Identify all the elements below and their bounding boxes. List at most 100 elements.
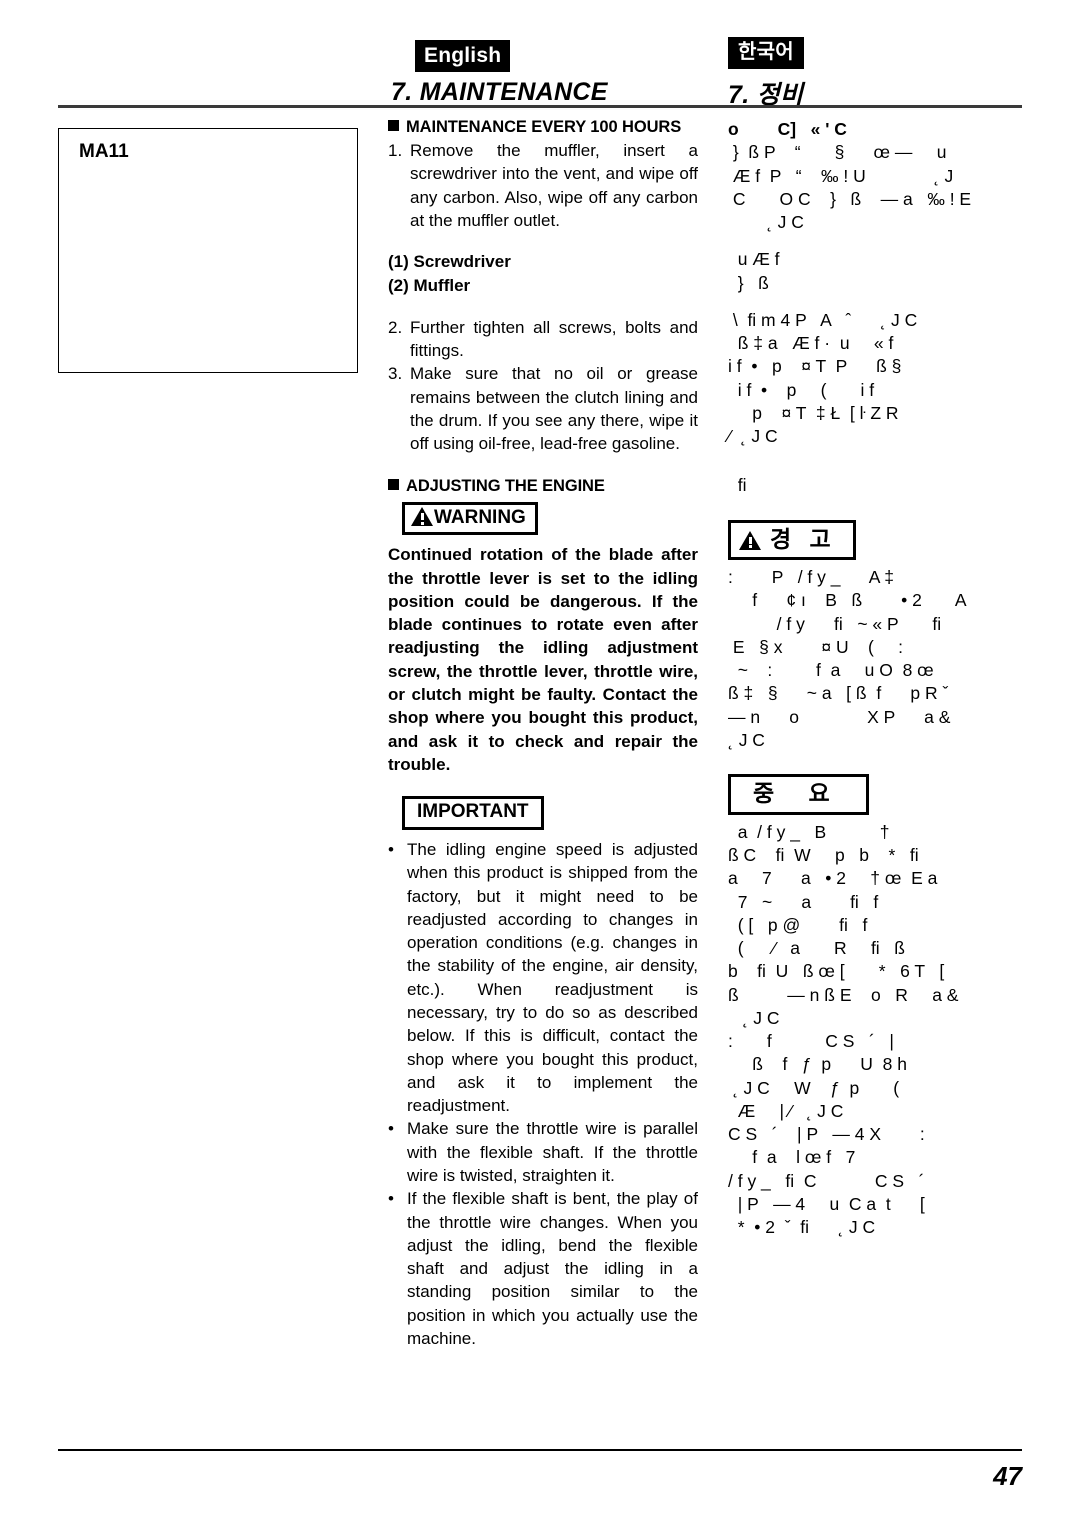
bullet-dot-icon: • bbox=[388, 840, 394, 859]
korean-text-line: ß C fi W p b * fi bbox=[728, 844, 919, 865]
korean-section-2-tail: fi bbox=[728, 475, 747, 496]
korean-text-line: \ fi m 4 P A ˆ ˛ J C bbox=[728, 309, 918, 330]
korean-text-line: / f y fi ~ « P fi bbox=[728, 613, 942, 634]
korean-text-line: ( [ p @ fi f bbox=[728, 914, 868, 935]
header-english: English 7. MAINTENANCE bbox=[388, 40, 718, 107]
chapter-title-english: 7. MAINTENANCE bbox=[391, 78, 608, 106]
korean-text-line: : P / f y _ A ‡ bbox=[728, 567, 895, 588]
important-bullet-text: The idling engine speed is adjusted when… bbox=[407, 840, 698, 1116]
warning-badge-english: WARNING bbox=[402, 502, 538, 536]
korean-text-line: p ¤ T ‡ Ł [ ŀ Z R bbox=[728, 402, 899, 423]
korean-section-2: \ fi m 4 P A ˆ ˛ J C ß ‡ a Æ f · u « f i… bbox=[728, 309, 1048, 449]
important-bullet: • Make sure the throttle wire is paralle… bbox=[388, 1117, 698, 1187]
warning-triangle-icon bbox=[411, 507, 433, 527]
korean-text-line: | P — 4 u C a t [ bbox=[728, 1193, 925, 1214]
korean-text-line: Æ f P “ ‰ ! U ˛ J bbox=[728, 165, 954, 186]
korean-text-line: ß — n ß E o R a & bbox=[728, 984, 959, 1005]
step-number: 2. bbox=[388, 317, 403, 337]
numbered-step: 2. Further tighten all screws, bolts and… bbox=[388, 316, 698, 363]
important-badge-label-korean: 중 요 bbox=[753, 780, 844, 807]
header-divider-rule bbox=[58, 105, 1022, 108]
bullet-dot-icon: • bbox=[388, 1189, 394, 1209]
korean-callout-list: u Æ f } ß bbox=[728, 248, 1048, 295]
korean-text-line: C O C } ß — a ‰ ! E bbox=[728, 188, 972, 209]
korean-section-1: o C] « ' C } ß P “ § œ — u Æ f P “ ‰ ! U… bbox=[728, 118, 1048, 234]
header-korean: 한국어 7. 정비 bbox=[728, 37, 1058, 111]
korean-text-line: a / f y _ B † bbox=[728, 821, 890, 842]
important-badge-label: IMPORTANT bbox=[417, 801, 529, 823]
korean-text-line: ß ‡ a Æ f · u « f bbox=[728, 333, 894, 354]
important-bullet: • The idling engine speed is adjusted wh… bbox=[388, 838, 698, 1117]
korean-text-line: ˛ J C bbox=[728, 1007, 780, 1028]
korean-callout-line: } ß bbox=[728, 272, 769, 293]
black-square-bullet-icon bbox=[388, 479, 399, 491]
korean-text-line: o C] « ' C bbox=[728, 119, 847, 139]
korean-warning-body: : P / f y _ A ‡ f ¢ ı B ß • 2 A / f y fi… bbox=[728, 566, 1048, 752]
column-figure: MA11 bbox=[58, 128, 364, 373]
korean-text-line: ( ⁄ a R fi ß bbox=[728, 938, 905, 959]
step-number: 1. bbox=[388, 141, 403, 160]
korean-text-line: ß ‡ § ~ a [ ß f p R ˇ bbox=[728, 683, 949, 704]
korean-text-line: ⁄ ˛ J C bbox=[728, 426, 778, 447]
language-tag-english: English bbox=[415, 40, 511, 72]
bullet-dot-icon: • bbox=[388, 1119, 394, 1139]
korean-text-line: f ¢ ı B ß • 2 A bbox=[728, 590, 967, 611]
korean-text-line: } ß P “ § œ — u bbox=[728, 142, 947, 163]
korean-text-line: C S ´ | P — 4 X : bbox=[728, 1124, 925, 1145]
step-text: Remove the muffler, insert a screwdriver… bbox=[410, 141, 698, 230]
callout-item: (1) Screwdriver bbox=[388, 252, 511, 272]
warning-badge-korean: 경 고 bbox=[728, 519, 856, 561]
korean-text-line: i f • p ¤ T P ß § bbox=[728, 356, 902, 377]
korean-callout-line: u Æ f bbox=[728, 249, 780, 270]
important-bullet: • If the flexible shaft is bent, the pla… bbox=[388, 1187, 698, 1350]
page-number: 47 bbox=[993, 1461, 1022, 1491]
korean-text-line: ˛ J C bbox=[728, 212, 804, 233]
column-english-text: MAINTENANCE EVERY 100 HOURS 1. Remove th… bbox=[388, 118, 698, 1350]
document-page: English 7. MAINTENANCE 한국어 7. 정비 MA11 MA… bbox=[0, 0, 1080, 1526]
warning-badge-label-korean: 경 고 bbox=[770, 525, 837, 552]
korean-text-line: a 7 a • 2 † œ E a bbox=[728, 868, 938, 889]
step-text: Further tighten all screws, bolts and fi… bbox=[410, 317, 698, 360]
numbered-step: 1. Remove the muffler, insert a screwdri… bbox=[388, 139, 698, 232]
numbered-step: 3. Make sure that no oil or grease remai… bbox=[388, 362, 698, 455]
section-heading-label: ADJUSTING THE ENGINE bbox=[406, 477, 605, 496]
korean-text-line: : f C S ´ | bbox=[728, 1031, 894, 1052]
korean-text-line: — n o X P a & bbox=[728, 706, 951, 727]
warning-triangle-icon bbox=[739, 530, 761, 550]
section-heading-label: MAINTENANCE EVERY 100 HOURS bbox=[406, 118, 682, 136]
korean-text-line: f a l œ f 7 bbox=[728, 1147, 856, 1168]
important-bullet-text: Make sure the throttle wire is parallel … bbox=[407, 1119, 698, 1185]
korean-text-line: i f • p ( i f bbox=[728, 379, 875, 400]
korean-text-line: / f y _ fi C C S ´ bbox=[728, 1170, 925, 1191]
korean-text-line: * • 2 ˇ fi ˛ J C bbox=[728, 1217, 876, 1238]
step-number: 3. bbox=[388, 364, 403, 384]
korean-important-body: a / f y _ B † ß C fi W p b * fi a 7 a • … bbox=[728, 821, 1048, 1240]
korean-text-line: b fi U ß œ [ * 6 T [ bbox=[728, 961, 945, 982]
figure-label: MA11 bbox=[79, 141, 129, 162]
important-bullet-text: If the flexible shaft is bent, the play … bbox=[407, 1189, 698, 1348]
korean-text-line: ˛ J C bbox=[728, 730, 765, 751]
important-badge-korean: 중 요 bbox=[728, 774, 869, 815]
section-heading-adjusting-the-engine: ADJUSTING THE ENGINE bbox=[388, 477, 698, 496]
korean-text-line: E § x ¤ U ( : bbox=[728, 636, 904, 657]
callout-item: (2) Muffler bbox=[388, 275, 471, 295]
footer-divider-rule bbox=[58, 1449, 1022, 1451]
korean-text-line: Æ | ⁄ ˛ J C bbox=[728, 1100, 844, 1121]
korean-text-line: ˛ J C W ƒ p ( bbox=[728, 1077, 900, 1098]
column-korean-text: o C] « ' C } ß P “ § œ — u Æ f P “ ‰ ! U… bbox=[728, 118, 1048, 1240]
section-heading-maintenance-100-hours: MAINTENANCE EVERY 100 HOURS bbox=[388, 118, 698, 137]
korean-text-line: 7 ~ a fi f bbox=[728, 891, 879, 912]
step-text: Make sure that no oil or grease remains … bbox=[410, 364, 698, 454]
language-tag-korean: 한국어 bbox=[728, 37, 804, 69]
black-square-bullet-icon bbox=[388, 120, 399, 131]
important-badge-english: IMPORTANT bbox=[402, 796, 544, 830]
figure-callout-list: (1) Screwdriver (2) Muffler bbox=[388, 250, 698, 298]
figure-placeholder-ma11: MA11 bbox=[58, 128, 358, 373]
